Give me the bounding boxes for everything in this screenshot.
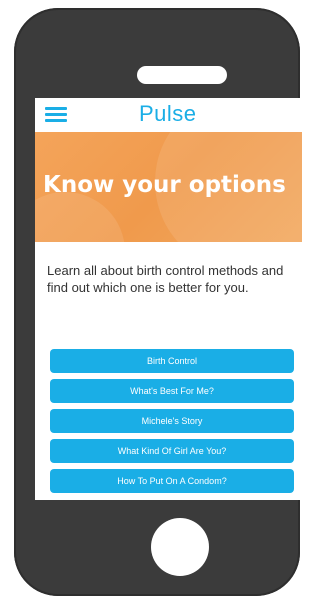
phone-speaker bbox=[137, 66, 227, 84]
illustration-canvas: Pulse Know your options Learn all about … bbox=[0, 0, 314, 603]
app-header: Pulse bbox=[35, 98, 302, 132]
hamburger-line-middle bbox=[45, 113, 67, 116]
intro-text: Learn all about birth control methods an… bbox=[47, 263, 284, 295]
what-kind-of-girl-button[interactable]: What Kind Of Girl Are You? bbox=[50, 439, 294, 463]
phone-screen: Pulse Know your options Learn all about … bbox=[35, 98, 302, 500]
hamburger-line-bottom bbox=[45, 119, 67, 122]
banner-heading: Know your options bbox=[43, 172, 286, 198]
app-title: Pulse bbox=[139, 101, 197, 126]
hero-banner: Know your options bbox=[35, 132, 302, 242]
whats-best-for-me-button[interactable]: What's Best For Me? bbox=[50, 379, 294, 403]
hamburger-menu-icon[interactable] bbox=[45, 107, 67, 123]
put-on-condom-button[interactable]: How To Put On A Condom? bbox=[50, 469, 294, 493]
birth-control-button[interactable]: Birth Control bbox=[50, 349, 294, 373]
hamburger-line-top bbox=[45, 107, 67, 110]
micheles-story-button[interactable]: Michele's Story bbox=[50, 409, 294, 433]
banner-decoration bbox=[35, 192, 125, 242]
home-button[interactable] bbox=[151, 518, 209, 576]
topic-button-list: Birth Control What's Best For Me? Michel… bbox=[50, 349, 294, 499]
